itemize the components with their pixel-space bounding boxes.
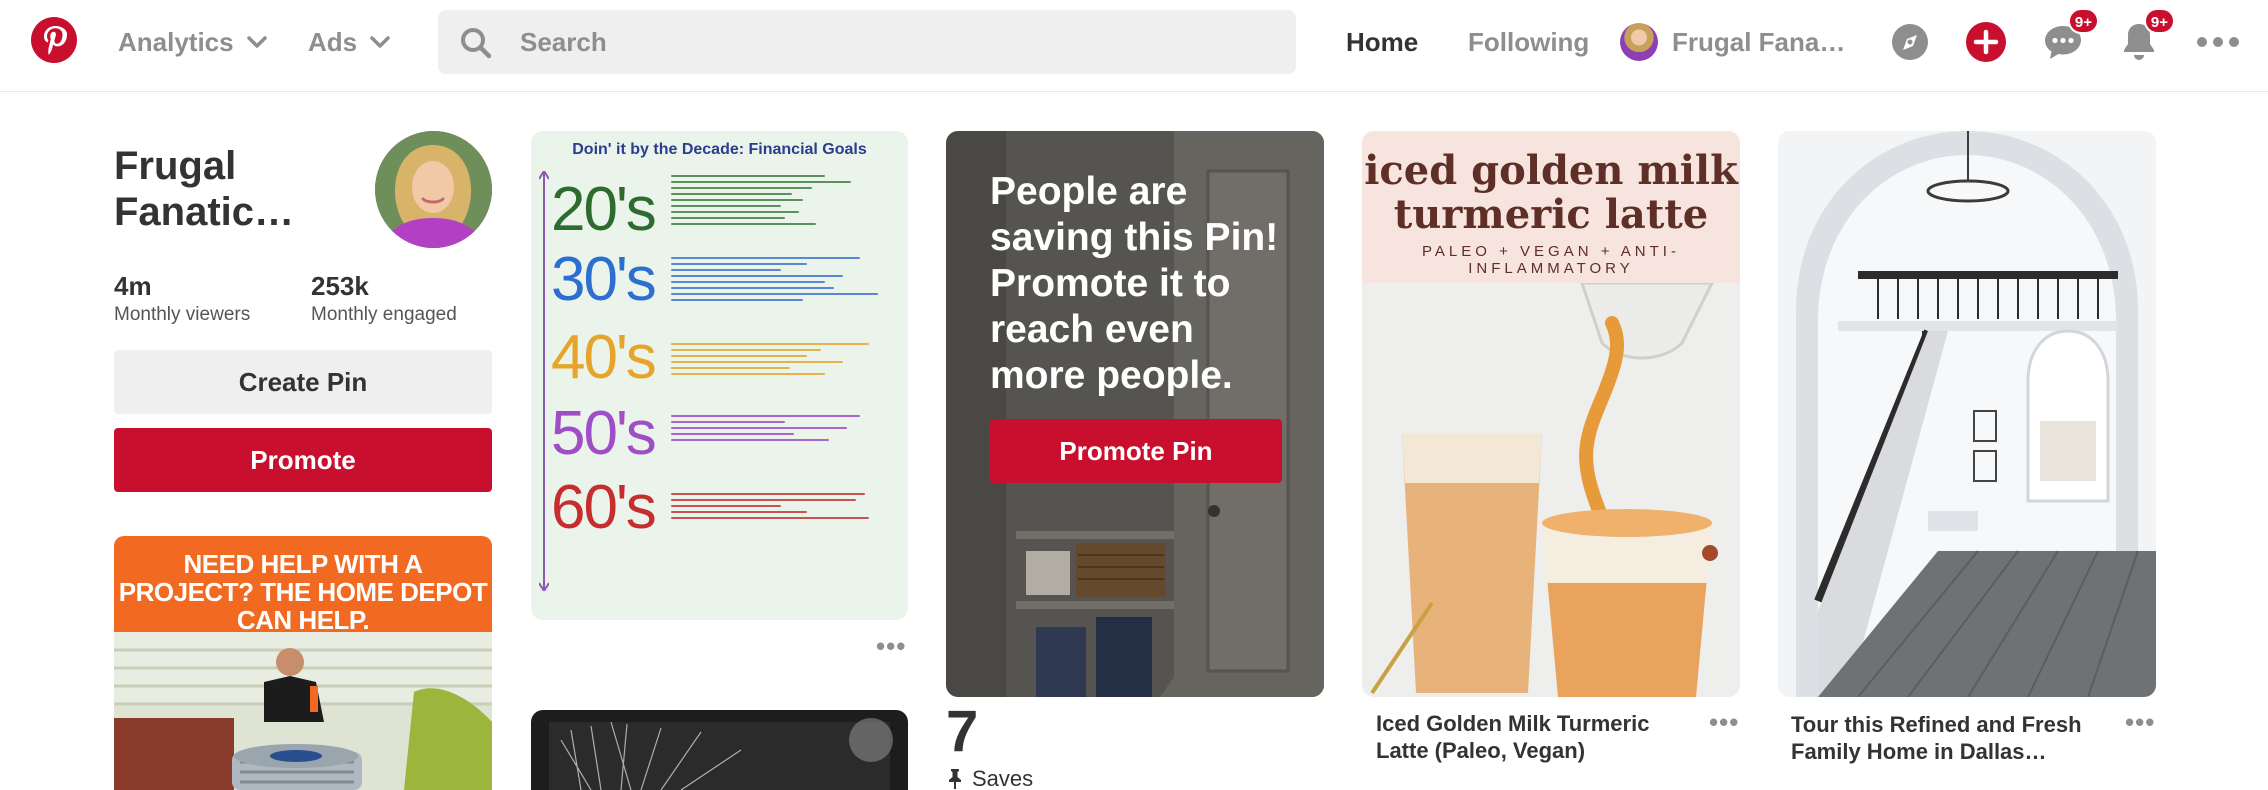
speech-bubble-icon[interactable]: 9+ — [2041, 8, 2099, 64]
pin-image — [549, 718, 893, 790]
pin-art-preview[interactable] — [531, 710, 908, 790]
analytics-dropdown[interactable]: Analytics — [118, 22, 268, 62]
pin-financial-goals[interactable]: Doin' it by the Decade: Financial Goals … — [531, 131, 908, 620]
pin-golden-milk-latte[interactable]: iced golden milk turmeric latte PALEO + … — [1362, 131, 1740, 697]
pin-image-subheading: PALEO + VEGAN + ANTI-INFLAMMATORY — [1422, 243, 1680, 277]
decade-label: 40's — [551, 323, 657, 392]
home-depot-ad[interactable]: NEED HELP WITH A PROJECT? THE HOME DEPOT… — [114, 536, 492, 790]
analytics-label: Analytics — [118, 26, 234, 57]
decade-label: 60's — [551, 473, 657, 542]
notifications-badge: 9+ — [2143, 8, 2175, 34]
top-nav-bar: Analytics Ads Home Following Frugal Fana… — [0, 0, 2268, 92]
monthly-engaged-value: 253k — [311, 271, 369, 301]
monthly-engaged-stat: 253k Monthly engaged — [311, 270, 457, 328]
ads-dropdown[interactable]: Ads — [308, 22, 391, 62]
more-horizontal-icon[interactable] — [2195, 20, 2241, 64]
profile-display-name[interactable]: Frugal Fanatic… — [114, 143, 364, 235]
decade-label: 20's — [551, 175, 657, 244]
profile-avatar[interactable] — [375, 131, 492, 248]
create-pin-button[interactable]: Create Pin — [114, 350, 492, 414]
monthly-viewers-value: 4m — [114, 271, 152, 301]
ad-photo — [114, 632, 492, 790]
nav-following-link[interactable]: Following — [1468, 22, 1589, 62]
decade-label: 30's — [551, 245, 657, 314]
messages-badge: 9+ — [2067, 8, 2099, 34]
pin-promote-closet[interactable]: People are saving this Pin! Promote it t… — [946, 131, 1324, 697]
timeline-arrow — [539, 171, 549, 591]
pin-dallas-home-tour[interactable] — [1778, 131, 2156, 697]
pin-title[interactable]: Tour this Refined and Fresh Family Home … — [1791, 711, 2091, 765]
pin-image-banner: iced golden milk turmeric latte PALEO + … — [1362, 131, 1740, 283]
search-input[interactable] — [520, 10, 1280, 74]
saves-count: 7 — [946, 699, 979, 764]
chevron-down-icon — [370, 36, 390, 48]
saves-stat: Saves — [948, 766, 1033, 790]
profile-name: Frugal Fana… — [1672, 26, 1846, 57]
avatar — [1620, 23, 1658, 61]
profile-link[interactable]: Frugal Fana… — [1620, 20, 1845, 64]
pin-image — [1362, 283, 1740, 697]
pin-image-heading: iced golden milk turmeric latte — [1364, 147, 1738, 238]
compass-icon[interactable] — [1888, 20, 1932, 64]
decade-goals — [671, 171, 891, 229]
saves-label: Saves — [972, 766, 1034, 790]
monthly-engaged-label: Monthly engaged — [311, 304, 457, 325]
search-bar[interactable] — [438, 10, 1296, 74]
decade-label: 50's — [551, 399, 657, 468]
plus-icon[interactable] — [1964, 20, 2008, 64]
promote-pin-button[interactable]: Promote Pin — [990, 419, 1282, 483]
pin-image-title: Doin' it by the Decade: Financial Goals — [572, 141, 867, 158]
bell-icon[interactable]: 9+ — [2117, 8, 2175, 64]
ad-headline: NEED HELP WITH A PROJECT? THE HOME DEPOT… — [118, 549, 488, 635]
decade-goals — [671, 339, 891, 379]
decade-goals — [671, 253, 891, 305]
chevron-down-icon — [246, 36, 267, 48]
search-icon — [461, 28, 492, 59]
more-options-icon[interactable]: ••• — [2125, 709, 2155, 735]
pinterest-logo-icon[interactable] — [31, 17, 77, 63]
nav-home-link[interactable]: Home — [1346, 22, 1418, 62]
decade-goals — [671, 489, 891, 523]
decade-goals — [671, 411, 891, 445]
promote-headline: People are saving this Pin! Promote it t… — [990, 170, 1279, 397]
pin-image — [1778, 131, 2156, 697]
ads-label: Ads — [308, 26, 358, 57]
monthly-viewers-stat: 4m Monthly viewers — [114, 270, 250, 328]
more-options-icon[interactable]: ••• — [876, 633, 906, 659]
promote-button[interactable]: Promote — [114, 428, 492, 492]
pin-icon — [949, 769, 961, 789]
monthly-viewers-label: Monthly viewers — [114, 304, 251, 325]
more-options-icon[interactable]: ••• — [1709, 709, 1739, 735]
pin-title[interactable]: Iced Golden Milk Turmeric Latte (Paleo, … — [1376, 710, 1676, 764]
